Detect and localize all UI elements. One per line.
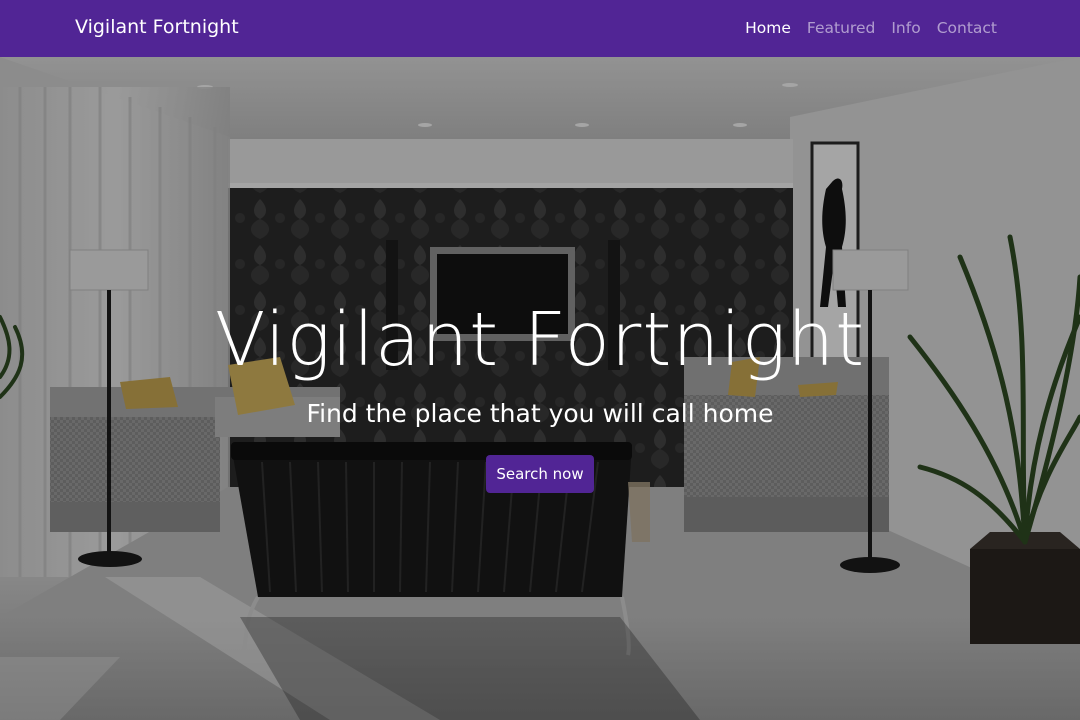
brand-link[interactable]: Vigilant Fortnight (75, 16, 239, 38)
nav-link-info[interactable]: Info (891, 19, 920, 37)
nav-link-featured[interactable]: Featured (807, 19, 875, 37)
nav-link-contact[interactable]: Contact (937, 19, 997, 37)
hero-title: Vigilant Fortnight (214, 297, 866, 383)
search-now-button[interactable]: Search now (486, 455, 594, 493)
nav-link-home[interactable]: Home (745, 19, 791, 37)
landing-page: Vigilant Fortnight Home Featured Info Co… (0, 0, 1080, 720)
nav-links: Home Featured Info Contact (745, 19, 997, 37)
hero-subtitle: Find the place that you will call home (306, 399, 774, 428)
hero-content: Vigilant Fortnight Find the place that y… (0, 57, 1080, 720)
navbar: Vigilant Fortnight Home Featured Info Co… (0, 0, 1080, 57)
